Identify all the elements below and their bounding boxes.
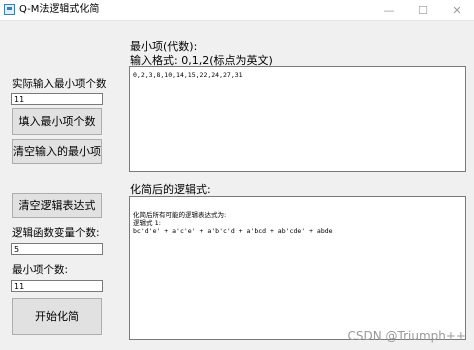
close-button[interactable]: ✕ [440,0,474,20]
watermark: CSDN @Triumph++ [347,329,467,343]
window-title: Q-M法逻辑式化简 [19,4,100,15]
min-term-count-label: 最小项个数: [12,264,69,276]
min-terms-value: 0,2,3,8,10,14,15,22,24,27,31 [133,71,243,79]
fill-min-terms-button[interactable]: 填入最小项个数 [12,108,102,135]
result-textarea[interactable]: 化简后所有可能的逻辑表达式为: 逻辑式 1: bc'd'e' + a'c'e' … [129,196,466,340]
variable-count-input[interactable]: 5 [11,243,103,255]
result-line-2: 逻辑式 1: [133,219,161,227]
result-line-3: bc'd'e' + a'c'e' + a'b'c'd + a'bcd + ab'… [133,227,333,235]
result-line-1: 化简后所有可能的逻辑表达式为: [133,211,227,219]
actual-min-terms-label: 实际输入最小项个数 [12,78,107,90]
variable-count-label: 逻辑函数变量个数: [12,227,100,239]
clear-min-terms-button[interactable]: 清空输入的最小项 [12,139,102,164]
title-bar: Q-M法逻辑式化简 — ☐ ✕ [0,0,474,21]
app-icon [4,4,15,15]
actual-min-terms-input[interactable]: 11 [11,93,103,105]
clear-expression-button[interactable]: 清空逻辑表达式 [12,193,102,218]
maximize-button[interactable]: ☐ [406,0,440,20]
min-term-count-input[interactable]: 11 [11,280,103,292]
start-simplify-button[interactable]: 开始化简 [12,298,102,335]
result-title: 化简后的逻辑式: [130,183,211,196]
min-terms-textarea[interactable]: 0,2,3,8,10,14,15,22,24,27,31 [129,66,466,172]
minimize-button[interactable]: — [372,0,406,20]
